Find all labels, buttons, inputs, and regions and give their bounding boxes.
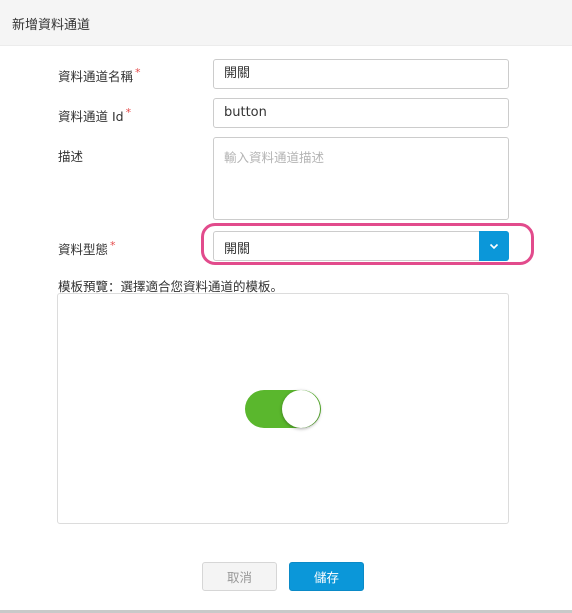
- type-select[interactable]: 開關: [213, 231, 509, 261]
- name-label-text: 資料通道名稱: [58, 69, 134, 84]
- name-input[interactable]: 開關: [213, 59, 509, 89]
- toggle-knob: [282, 390, 320, 428]
- type-label: 資料型態 *: [58, 239, 116, 258]
- description-label: 描述: [58, 149, 84, 164]
- dialog-title: 新增資料通道: [12, 18, 91, 33]
- id-label: 資料通道 Id *: [58, 106, 131, 125]
- description-textarea[interactable]: 輸入資料通道描述: [213, 137, 509, 220]
- type-label-text: 資料型態: [58, 242, 109, 257]
- save-button[interactable]: 儲存: [289, 562, 364, 591]
- toggle-switch-preview[interactable]: [245, 390, 321, 428]
- chevron-down-icon: [489, 243, 499, 249]
- required-mark: *: [110, 239, 116, 252]
- id-input[interactable]: button: [213, 98, 509, 128]
- dialog-header: 新增資料通道: [0, 0, 572, 46]
- required-mark: *: [125, 106, 132, 119]
- id-label-text: 資料通道 Id: [58, 109, 124, 124]
- cancel-button[interactable]: 取消: [202, 562, 277, 591]
- required-mark: *: [135, 66, 141, 79]
- name-label: 資料通道名稱 *: [58, 66, 141, 85]
- type-select-dropdown-button[interactable]: [479, 231, 509, 261]
